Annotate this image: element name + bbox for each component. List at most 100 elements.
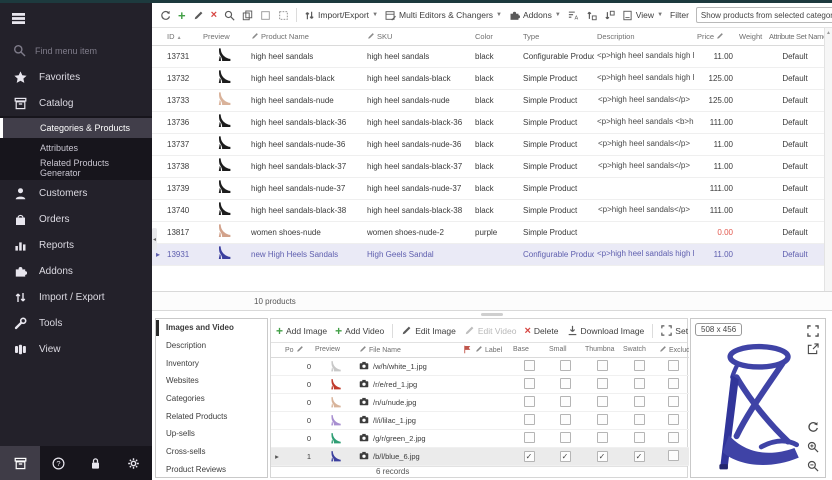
sidebar-item[interactable]: Reports — [0, 232, 152, 258]
checkbox-mode-button[interactable] — [260, 10, 271, 21]
table-row[interactable]: 13737 high heel sandals-nude-36 high hee… — [152, 133, 824, 155]
delete-image-button[interactable]: ×Delete — [524, 325, 558, 337]
image-row[interactable]: 0 /g/r/green_2.jpg — [271, 429, 689, 447]
detail-tab[interactable]: Categories — [156, 390, 267, 408]
download-image-button[interactable]: Download Image — [567, 325, 645, 336]
small-checkbox[interactable] — [560, 432, 571, 443]
image-row[interactable]: 0 /w/h/white_1.jpg — [271, 357, 689, 375]
swatch-checkbox[interactable] — [634, 451, 645, 462]
column-header-preview[interactable]: Preview — [313, 343, 357, 357]
detail-tab[interactable]: Product Reviews — [156, 461, 267, 479]
hamburger-menu-button[interactable] — [0, 3, 152, 37]
exclude-checkbox[interactable] — [668, 414, 679, 425]
addons-button[interactable]: Addons▼ — [509, 10, 561, 21]
table-row[interactable]: 13732 high heel sandals-black high heel … — [152, 67, 824, 89]
swatch-checkbox[interactable] — [634, 396, 645, 407]
sidebar-item[interactable]: Customers — [0, 180, 152, 206]
multi-editors-button[interactable]: Multi Editors & Changers▼ — [385, 10, 502, 21]
small-checkbox[interactable] — [560, 396, 571, 407]
horizontal-splitter[interactable] — [152, 311, 832, 318]
vertical-scrollbar[interactable]: ▲ — [824, 28, 832, 291]
column-header-swatch[interactable]: Swatch — [621, 343, 657, 357]
column-header-description[interactable]: Description — [594, 28, 694, 45]
move-down-button[interactable] — [604, 10, 615, 21]
exclude-checkbox[interactable] — [668, 378, 679, 389]
sidebar-subitem[interactable]: Categories & Products — [0, 118, 152, 138]
column-header-price[interactable]: Price — [694, 28, 736, 45]
column-header-weight[interactable]: Weight — [736, 28, 766, 45]
exclude-checkbox[interactable] — [668, 396, 679, 407]
edit-video-button[interactable]: Edit Video — [464, 325, 517, 336]
thumbnail-checkbox[interactable] — [597, 432, 608, 443]
small-checkbox[interactable] — [560, 378, 571, 389]
thumbnail-checkbox[interactable] — [597, 378, 608, 389]
sidebar-item[interactable]: View — [0, 336, 152, 362]
table-row[interactable]: 13731 high heel sandals high heel sandal… — [152, 45, 824, 67]
edit-image-button[interactable]: Edit Image — [401, 325, 456, 336]
add-product-button[interactable]: + — [178, 8, 186, 23]
table-row[interactable]: 13740 high heel sandals-black-38 high he… — [152, 199, 824, 221]
thumbnail-checkbox[interactable] — [597, 451, 608, 462]
detail-tab[interactable]: Related Products — [156, 407, 267, 425]
move-up-button[interactable] — [586, 10, 597, 21]
swatch-checkbox[interactable] — [634, 360, 645, 371]
column-header-preview[interactable]: Preview — [200, 28, 248, 45]
exclude-checkbox[interactable] — [668, 432, 679, 443]
detail-tab[interactable]: Cross-sells — [156, 443, 267, 461]
import-export-button[interactable]: Import/Export▼ — [304, 10, 378, 21]
small-checkbox[interactable] — [560, 451, 571, 462]
sidebar-splitter[interactable]: ◂ — [152, 228, 157, 250]
view-button[interactable]: View▼ — [622, 10, 663, 21]
delete-product-button[interactable]: × — [211, 9, 217, 21]
rotate-icon[interactable] — [807, 421, 819, 433]
base-checkbox[interactable] — [524, 378, 535, 389]
base-checkbox[interactable] — [524, 451, 535, 462]
detail-tab[interactable]: Images and Video — [156, 319, 267, 337]
zoom-in-icon[interactable] — [807, 441, 819, 453]
table-row[interactable]: 13733 high heel sandals-nude high heel s… — [152, 89, 824, 111]
swatch-checkbox[interactable] — [634, 378, 645, 389]
swatch-checkbox[interactable] — [634, 414, 645, 425]
table-row[interactable]: 13739 high heel sandals-nude-37 high hee… — [152, 177, 824, 199]
column-header-product-name[interactable]: Product Name — [248, 28, 364, 45]
detail-tab[interactable]: Inventory — [156, 354, 267, 372]
sidebar-item[interactable]: Addons — [0, 258, 152, 284]
category-filter-select[interactable]: Show products from selected categories▼ — [696, 7, 832, 23]
swatch-checkbox[interactable] — [634, 432, 645, 443]
exclude-checkbox[interactable] — [668, 450, 679, 461]
table-row[interactable]: 13817 women shoes-nude women shoes-nude-… — [152, 221, 824, 243]
settings-button[interactable] — [115, 446, 152, 480]
base-checkbox[interactable] — [524, 414, 535, 425]
search-button[interactable] — [224, 10, 235, 21]
column-header-id[interactable]: ID ▲ — [164, 28, 200, 45]
clone-button[interactable] — [278, 10, 289, 21]
sidebar-item[interactable]: Tools — [0, 310, 152, 336]
copy-button[interactable] — [242, 10, 253, 21]
add-video-button[interactable]: +Add Video — [335, 324, 384, 338]
refresh-button[interactable] — [160, 10, 171, 21]
base-checkbox[interactable] — [524, 360, 535, 371]
sidebar-item[interactable]: Catalog — [0, 90, 152, 116]
image-row[interactable]: 0 /l/i/lilac_1.jpg — [271, 411, 689, 429]
base-checkbox[interactable] — [524, 432, 535, 443]
image-row[interactable]: ▸ 1 /b/l/blue_6.jpg — [271, 447, 689, 465]
column-header-flag[interactable] — [461, 343, 473, 357]
sidebar-search[interactable]: Find menu item — [0, 37, 152, 64]
sidebar-subitem[interactable]: Related Products Generator — [0, 158, 152, 178]
lock-button[interactable] — [77, 446, 114, 480]
column-header-base[interactable]: Base — [511, 343, 547, 357]
thumbnail-checkbox[interactable] — [597, 396, 608, 407]
detail-tab[interactable]: Up-sells — [156, 425, 267, 443]
column-header-file-name[interactable]: File Name — [357, 343, 461, 357]
image-row[interactable]: 0 /n/u/nude.jpg — [271, 393, 689, 411]
column-header-position[interactable]: Po — [283, 343, 313, 357]
column-header-exclude[interactable]: Exclude — [657, 343, 689, 357]
small-checkbox[interactable] — [560, 414, 571, 425]
base-checkbox[interactable] — [524, 396, 535, 407]
help-button[interactable] — [40, 446, 77, 480]
detail-tab[interactable]: Websites — [156, 372, 267, 390]
column-header-color[interactable]: Color — [472, 28, 520, 45]
store-button[interactable] — [0, 446, 40, 480]
exclude-checkbox[interactable] — [668, 360, 679, 371]
column-header-attribute-set[interactable]: Attribute Set Name — [766, 28, 824, 45]
